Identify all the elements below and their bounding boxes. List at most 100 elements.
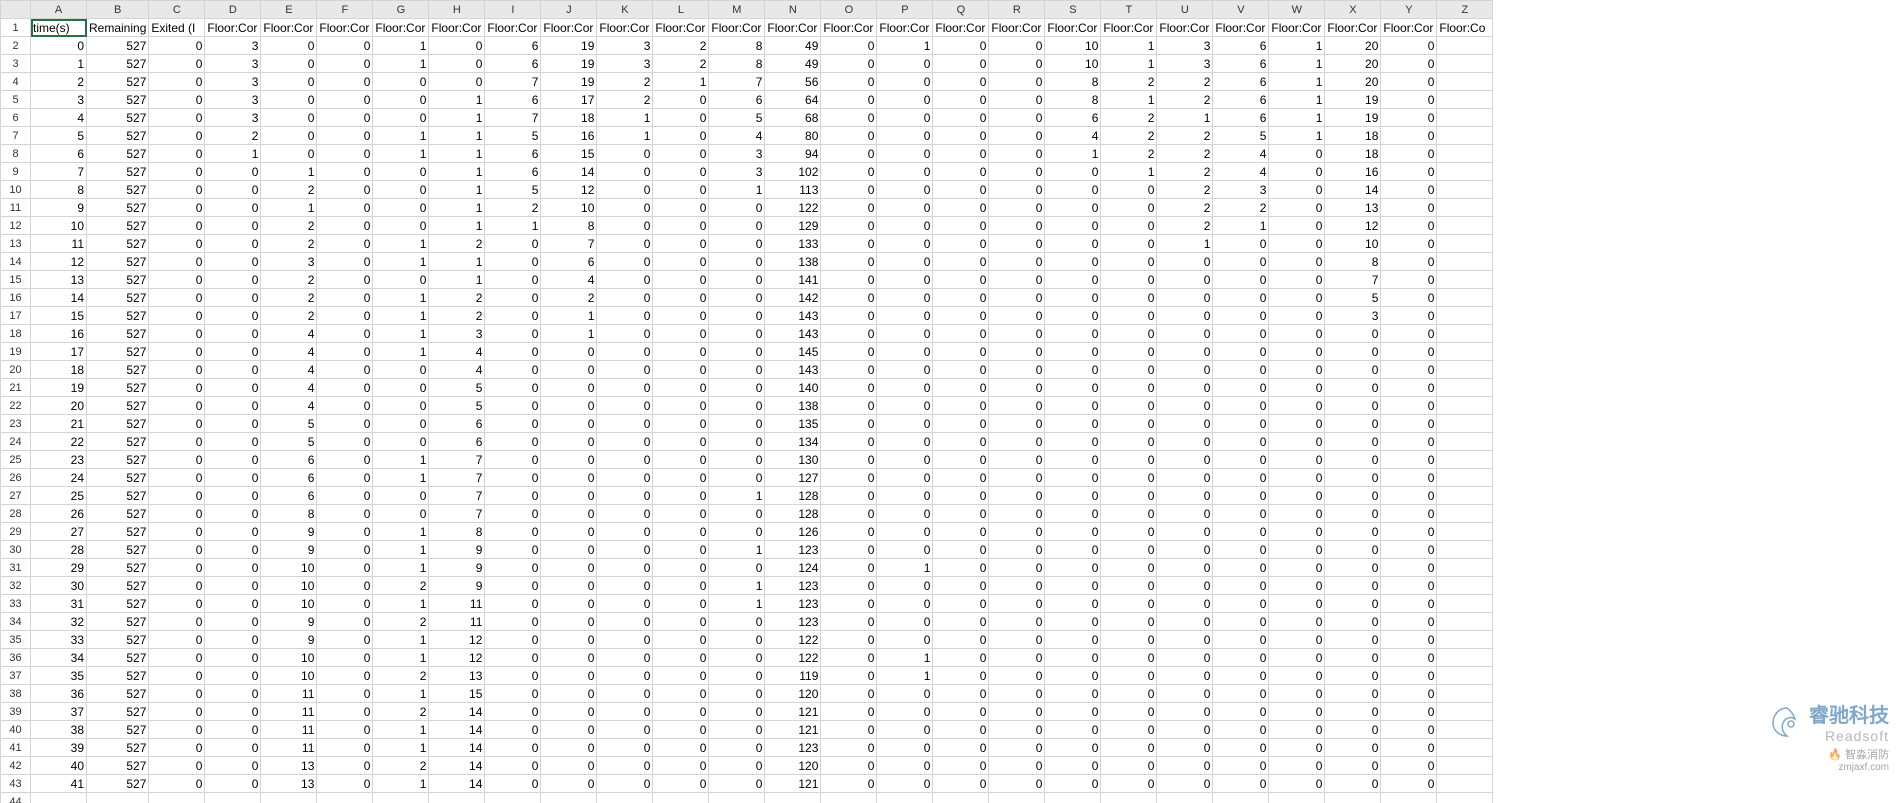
data-cell[interactable]: 0 <box>261 73 317 91</box>
data-cell[interactable]: 0 <box>205 379 261 397</box>
data-cell[interactable]: 0 <box>653 739 709 757</box>
data-cell[interactable]: 29 <box>31 559 87 577</box>
data-cell[interactable]: 0 <box>205 181 261 199</box>
data-cell[interactable]: 0 <box>877 217 933 235</box>
data-cell[interactable]: 5 <box>31 127 87 145</box>
row-header[interactable]: 6 <box>1 109 31 127</box>
data-cell[interactable] <box>821 793 877 803</box>
data-cell[interactable]: 0 <box>989 307 1045 325</box>
data-cell[interactable]: 0 <box>989 775 1045 793</box>
data-cell[interactable]: 0 <box>1381 37 1437 55</box>
data-cell[interactable] <box>1437 163 1493 181</box>
data-cell[interactable]: 0 <box>597 487 653 505</box>
data-cell[interactable] <box>1437 469 1493 487</box>
data-cell[interactable]: 0 <box>317 451 373 469</box>
data-cell[interactable]: 1 <box>1269 91 1325 109</box>
data-cell[interactable]: 2 <box>1157 217 1213 235</box>
data-cell[interactable]: 3 <box>205 91 261 109</box>
data-cell[interactable]: 0 <box>1157 343 1213 361</box>
data-cell[interactable]: 0 <box>989 595 1045 613</box>
data-cell[interactable]: 2 <box>1157 91 1213 109</box>
data-cell[interactable]: 0 <box>149 685 205 703</box>
data-cell[interactable]: 0 <box>205 433 261 451</box>
data-cell[interactable]: 0 <box>149 37 205 55</box>
data-cell[interactable]: 2 <box>1157 181 1213 199</box>
data-cell[interactable]: 0 <box>653 559 709 577</box>
data-cell[interactable]: 0 <box>373 217 429 235</box>
data-cell[interactable]: 0 <box>149 163 205 181</box>
data-cell[interactable]: 0 <box>877 163 933 181</box>
data-cell[interactable]: 0 <box>317 109 373 127</box>
data-cell[interactable]: 0 <box>149 523 205 541</box>
data-cell[interactable]: 0 <box>1381 73 1437 91</box>
data-cell[interactable]: 0 <box>149 487 205 505</box>
data-cell[interactable]: 123 <box>765 577 821 595</box>
data-cell[interactable] <box>1213 793 1269 803</box>
data-cell[interactable]: 0 <box>821 37 877 55</box>
data-cell[interactable]: 16 <box>541 127 597 145</box>
data-cell[interactable]: 0 <box>1381 235 1437 253</box>
data-cell[interactable]: 0 <box>821 523 877 541</box>
data-cell[interactable]: 0 <box>1157 253 1213 271</box>
data-cell[interactable]: 0 <box>149 541 205 559</box>
data-cell[interactable]: 21 <box>31 415 87 433</box>
row-header[interactable]: 40 <box>1 721 31 739</box>
data-cell[interactable]: 0 <box>653 253 709 271</box>
data-cell[interactable]: 0 <box>1269 415 1325 433</box>
data-cell[interactable]: 0 <box>821 361 877 379</box>
data-cell[interactable]: 0 <box>877 109 933 127</box>
data-cell[interactable]: 527 <box>87 451 149 469</box>
data-cell[interactable]: 0 <box>653 631 709 649</box>
data-cell[interactable]: 0 <box>1381 289 1437 307</box>
data-cell[interactable]: 0 <box>933 37 989 55</box>
row-header[interactable]: 17 <box>1 307 31 325</box>
data-cell[interactable]: 0 <box>1157 505 1213 523</box>
data-cell[interactable]: 0 <box>821 253 877 271</box>
data-cell[interactable]: 0 <box>933 235 989 253</box>
data-cell[interactable]: 0 <box>149 595 205 613</box>
data-cell[interactable]: 3 <box>205 109 261 127</box>
data-cell[interactable]: 0 <box>1325 739 1381 757</box>
data-cell[interactable]: 527 <box>87 613 149 631</box>
data-cell[interactable]: 527 <box>87 343 149 361</box>
data-cell[interactable]: 0 <box>989 487 1045 505</box>
data-cell[interactable]: 0 <box>709 307 765 325</box>
data-cell[interactable]: 527 <box>87 199 149 217</box>
data-cell[interactable]: 1 <box>541 307 597 325</box>
data-cell[interactable]: 0 <box>149 757 205 775</box>
data-cell[interactable]: 8 <box>429 523 485 541</box>
data-cell[interactable]: 0 <box>205 235 261 253</box>
data-cell[interactable]: 0 <box>877 685 933 703</box>
row-header[interactable]: 28 <box>1 505 31 523</box>
data-cell[interactable] <box>877 793 933 803</box>
data-cell[interactable] <box>1437 289 1493 307</box>
data-cell[interactable]: 0 <box>1213 289 1269 307</box>
data-cell[interactable]: 0 <box>541 487 597 505</box>
row-header[interactable]: 22 <box>1 397 31 415</box>
data-cell[interactable] <box>1269 793 1325 803</box>
data-cell[interactable]: 0 <box>989 235 1045 253</box>
data-cell[interactable]: 26 <box>31 505 87 523</box>
header-cell[interactable]: Exited (I <box>149 19 205 37</box>
row-header[interactable]: 37 <box>1 667 31 685</box>
data-cell[interactable]: 0 <box>205 721 261 739</box>
data-cell[interactable]: 0 <box>1045 433 1101 451</box>
data-cell[interactable]: 2 <box>1213 199 1269 217</box>
data-cell[interactable]: 0 <box>205 343 261 361</box>
data-cell[interactable]: 1 <box>1101 55 1157 73</box>
data-cell[interactable]: 13 <box>261 757 317 775</box>
data-cell[interactable]: 0 <box>1045 199 1101 217</box>
data-cell[interactable]: 1 <box>373 541 429 559</box>
data-cell[interactable]: 145 <box>765 343 821 361</box>
data-cell[interactable]: 6 <box>429 415 485 433</box>
data-cell[interactable]: 527 <box>87 109 149 127</box>
data-cell[interactable]: 0 <box>373 379 429 397</box>
data-cell[interactable]: 1 <box>709 577 765 595</box>
data-cell[interactable]: 0 <box>1381 343 1437 361</box>
data-cell[interactable]: 0 <box>1269 235 1325 253</box>
data-cell[interactable]: 0 <box>317 91 373 109</box>
data-cell[interactable]: 0 <box>653 577 709 595</box>
data-cell[interactable]: 2 <box>1101 145 1157 163</box>
data-cell[interactable]: 0 <box>989 433 1045 451</box>
data-cell[interactable]: 2 <box>31 73 87 91</box>
